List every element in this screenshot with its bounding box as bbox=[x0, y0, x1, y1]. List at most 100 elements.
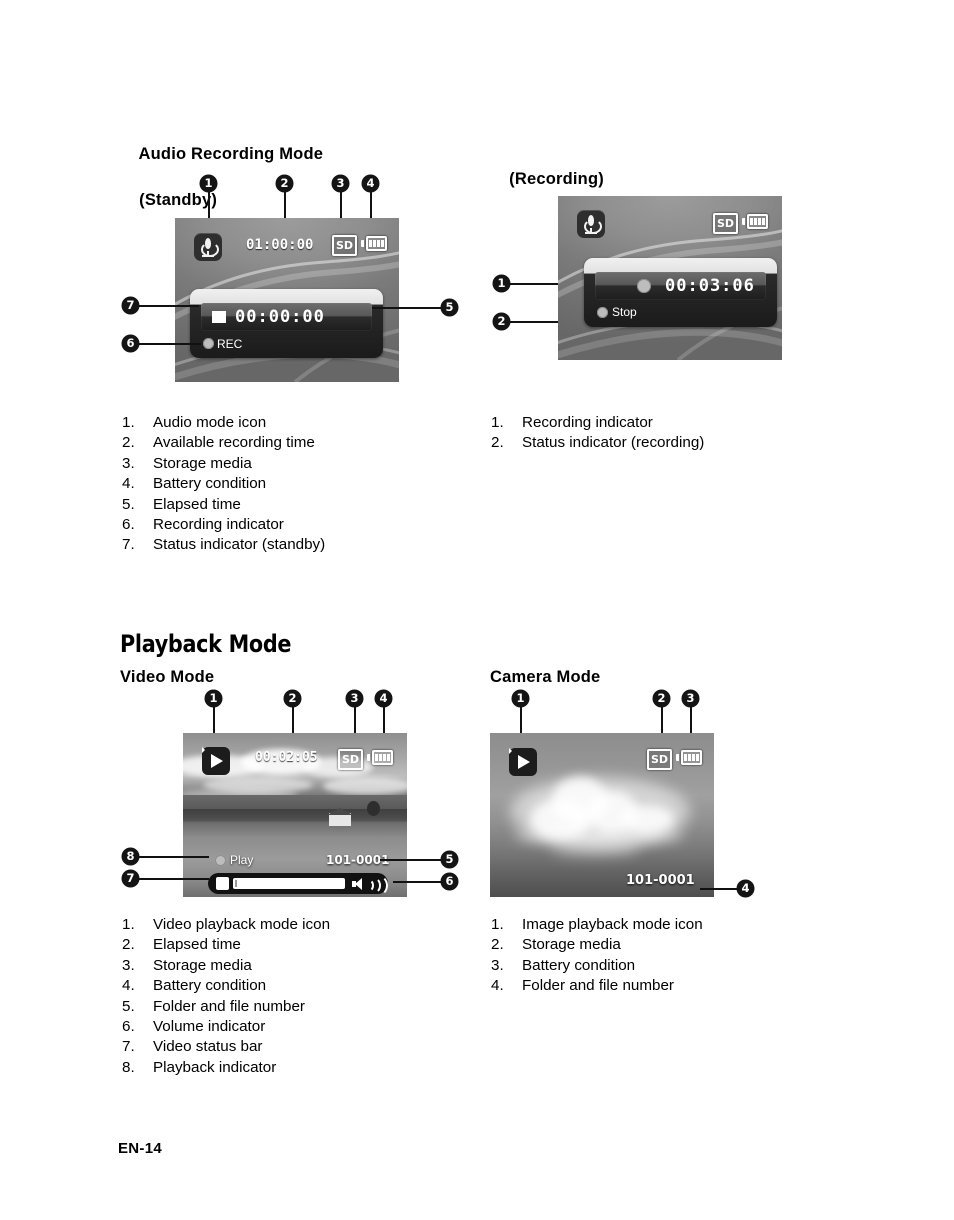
list-item: 3. Battery condition bbox=[491, 956, 636, 974]
callout-3-standby: 3 bbox=[332, 175, 349, 192]
callout-leader-8-video bbox=[139, 856, 209, 858]
list-item: 6. Volume indicator bbox=[122, 1018, 266, 1036]
list-item: 2. Status indicator (recording) bbox=[491, 434, 705, 452]
elapsed-time-value: 00:00:00 bbox=[235, 307, 325, 327]
callout-1-camera: 1 bbox=[512, 690, 529, 707]
legend-list-video: 1. Video playback mode icon 2. Elapsed tim… bbox=[122, 915, 462, 1078]
callout-leader-5-video bbox=[380, 859, 442, 861]
elapsed-time-bar-recording: 00:03:06 bbox=[595, 272, 766, 300]
battery-tip bbox=[676, 754, 679, 761]
tree-dark bbox=[367, 801, 380, 816]
audio-control-panel-recording: 00:03:06 Stop bbox=[584, 258, 777, 327]
section-title-line1: Audio Recording Mode bbox=[138, 145, 324, 163]
section-title-video-mode: Video Mode bbox=[120, 668, 215, 686]
list-item: 7. Status indicator (standby) bbox=[122, 536, 326, 554]
callout-leader-6-video bbox=[393, 881, 442, 883]
battery-cells bbox=[750, 218, 765, 225]
legend-list-recording: 1. Recording indicator 2. Status indicator… bbox=[491, 413, 821, 454]
sd-card-icon-video: SD bbox=[338, 749, 363, 770]
list-item: 4. Battery condition bbox=[122, 977, 267, 995]
playback-indicator-label: Play bbox=[230, 853, 254, 867]
status-indicator-standby-icon bbox=[212, 311, 226, 323]
microphone-base bbox=[585, 232, 597, 234]
camera-file-number: 101-0001 bbox=[626, 873, 695, 888]
list-item: 2. Storage media bbox=[491, 936, 621, 954]
callout-8-video: 8 bbox=[122, 848, 139, 865]
list-item: 4. Battery condition bbox=[122, 475, 267, 493]
battery-cells bbox=[375, 754, 390, 761]
list-item: 4. Folder and file number bbox=[491, 977, 674, 995]
video-playback-screen: 00:02:05 SD Play 101-0001 bbox=[183, 733, 407, 897]
list-item: 1. Video playback mode icon bbox=[122, 916, 331, 933]
battery-icon bbox=[361, 236, 387, 251]
legend-list-camera: 1. Image playback mode icon 2. Storage med… bbox=[491, 915, 831, 997]
sd-card-icon-recording: SD bbox=[713, 213, 738, 234]
section-title-line2: (Standby) bbox=[139, 191, 218, 209]
callout-3-video: 3 bbox=[346, 690, 363, 707]
recording-indicator-dot bbox=[203, 338, 214, 349]
list-item: 3. Storage media bbox=[122, 956, 252, 974]
battery-tip bbox=[367, 754, 370, 761]
video-status-bar-track[interactable] bbox=[233, 878, 345, 889]
recording-indicator-icon bbox=[637, 279, 651, 293]
volume-indicator-icon bbox=[352, 875, 388, 896]
farm-house-roof bbox=[327, 808, 353, 815]
callout-5-standby: 5 bbox=[441, 299, 458, 316]
callout-leader-5-standby bbox=[372, 307, 442, 309]
list-item: 5. Elapsed time bbox=[122, 495, 241, 513]
video-elapsed-time: 00:02:05 bbox=[255, 750, 318, 765]
image-playback-mode-icon bbox=[509, 748, 537, 776]
section-title-camera-mode: Camera Mode bbox=[490, 668, 601, 686]
list-item: 5. Folder and file number bbox=[122, 997, 305, 1015]
sd-card-icon-camera: SD bbox=[647, 749, 672, 770]
callout-2-camera: 2 bbox=[653, 690, 670, 707]
callout-4-camera: 4 bbox=[737, 880, 754, 897]
list-item: 8. Playback indicator bbox=[122, 1058, 277, 1076]
audio-recording-screen: SD 00:03:06 Stop bbox=[558, 196, 782, 360]
callout-2-standby: 2 bbox=[276, 175, 293, 192]
list-item: 2. Elapsed time bbox=[122, 936, 241, 954]
available-recording-time: 01:00:00 bbox=[246, 237, 314, 253]
page-title-playback-mode: Playback Mode bbox=[120, 630, 292, 658]
battery-cells bbox=[369, 240, 384, 247]
recording-indicator-label: REC bbox=[217, 337, 243, 351]
microphone-icon bbox=[194, 233, 222, 261]
page-number: EN-14 bbox=[118, 1140, 163, 1157]
callout-leader-6-standby bbox=[139, 343, 201, 345]
battery-icon-camera bbox=[676, 750, 702, 765]
list-item: 1. Image playback mode icon bbox=[491, 916, 703, 933]
callout-leader-7-standby bbox=[139, 305, 199, 307]
callout-6-standby: 6 bbox=[122, 335, 139, 352]
cloud-reflection bbox=[550, 841, 640, 857]
battery-tip bbox=[742, 218, 745, 225]
callout-5-video: 5 bbox=[441, 851, 458, 868]
list-item: 2. Available recording time bbox=[122, 434, 315, 452]
speaker-cone bbox=[355, 878, 362, 890]
audio-control-panel: 00:00:00 REC bbox=[190, 289, 383, 358]
audio-standby-screen: 01:00:00 SD 00:00:00 REC bbox=[175, 218, 399, 382]
callout-4-standby: 4 bbox=[362, 175, 379, 192]
callout-3-camera: 3 bbox=[682, 690, 699, 707]
callout-7-standby: 7 bbox=[122, 297, 139, 314]
video-playback-mode-icon bbox=[202, 747, 230, 775]
callout-6-video: 6 bbox=[441, 873, 458, 890]
callout-2-video: 2 bbox=[284, 690, 301, 707]
video-status-bar-knob[interactable] bbox=[216, 877, 229, 890]
callout-1-recording: 1 bbox=[493, 275, 510, 292]
video-status-bar[interactable] bbox=[208, 873, 388, 896]
callout-leader-7-video bbox=[139, 878, 209, 880]
legend-list-standby: 1. Audio mode icon 2. Available recording … bbox=[122, 413, 452, 556]
callout-1-video: 1 bbox=[205, 690, 222, 707]
callout-1-standby: 1 bbox=[200, 175, 217, 192]
callout-7-video: 7 bbox=[122, 870, 139, 887]
list-item: 6. Recording indicator bbox=[122, 516, 284, 534]
camera-playback-screen: SD 101-0001 bbox=[490, 733, 714, 897]
list-item: 7. Video status bar bbox=[122, 1038, 263, 1056]
elapsed-time-value-recording: 00:03:06 bbox=[665, 276, 755, 296]
stop-label: Stop bbox=[612, 305, 637, 319]
callout-2-recording: 2 bbox=[493, 313, 510, 330]
sd-card-icon: SD bbox=[332, 235, 357, 256]
battery-cells bbox=[684, 754, 699, 761]
callout-leader-4-camera bbox=[700, 888, 738, 890]
status-indicator-recording-dot bbox=[597, 307, 608, 318]
